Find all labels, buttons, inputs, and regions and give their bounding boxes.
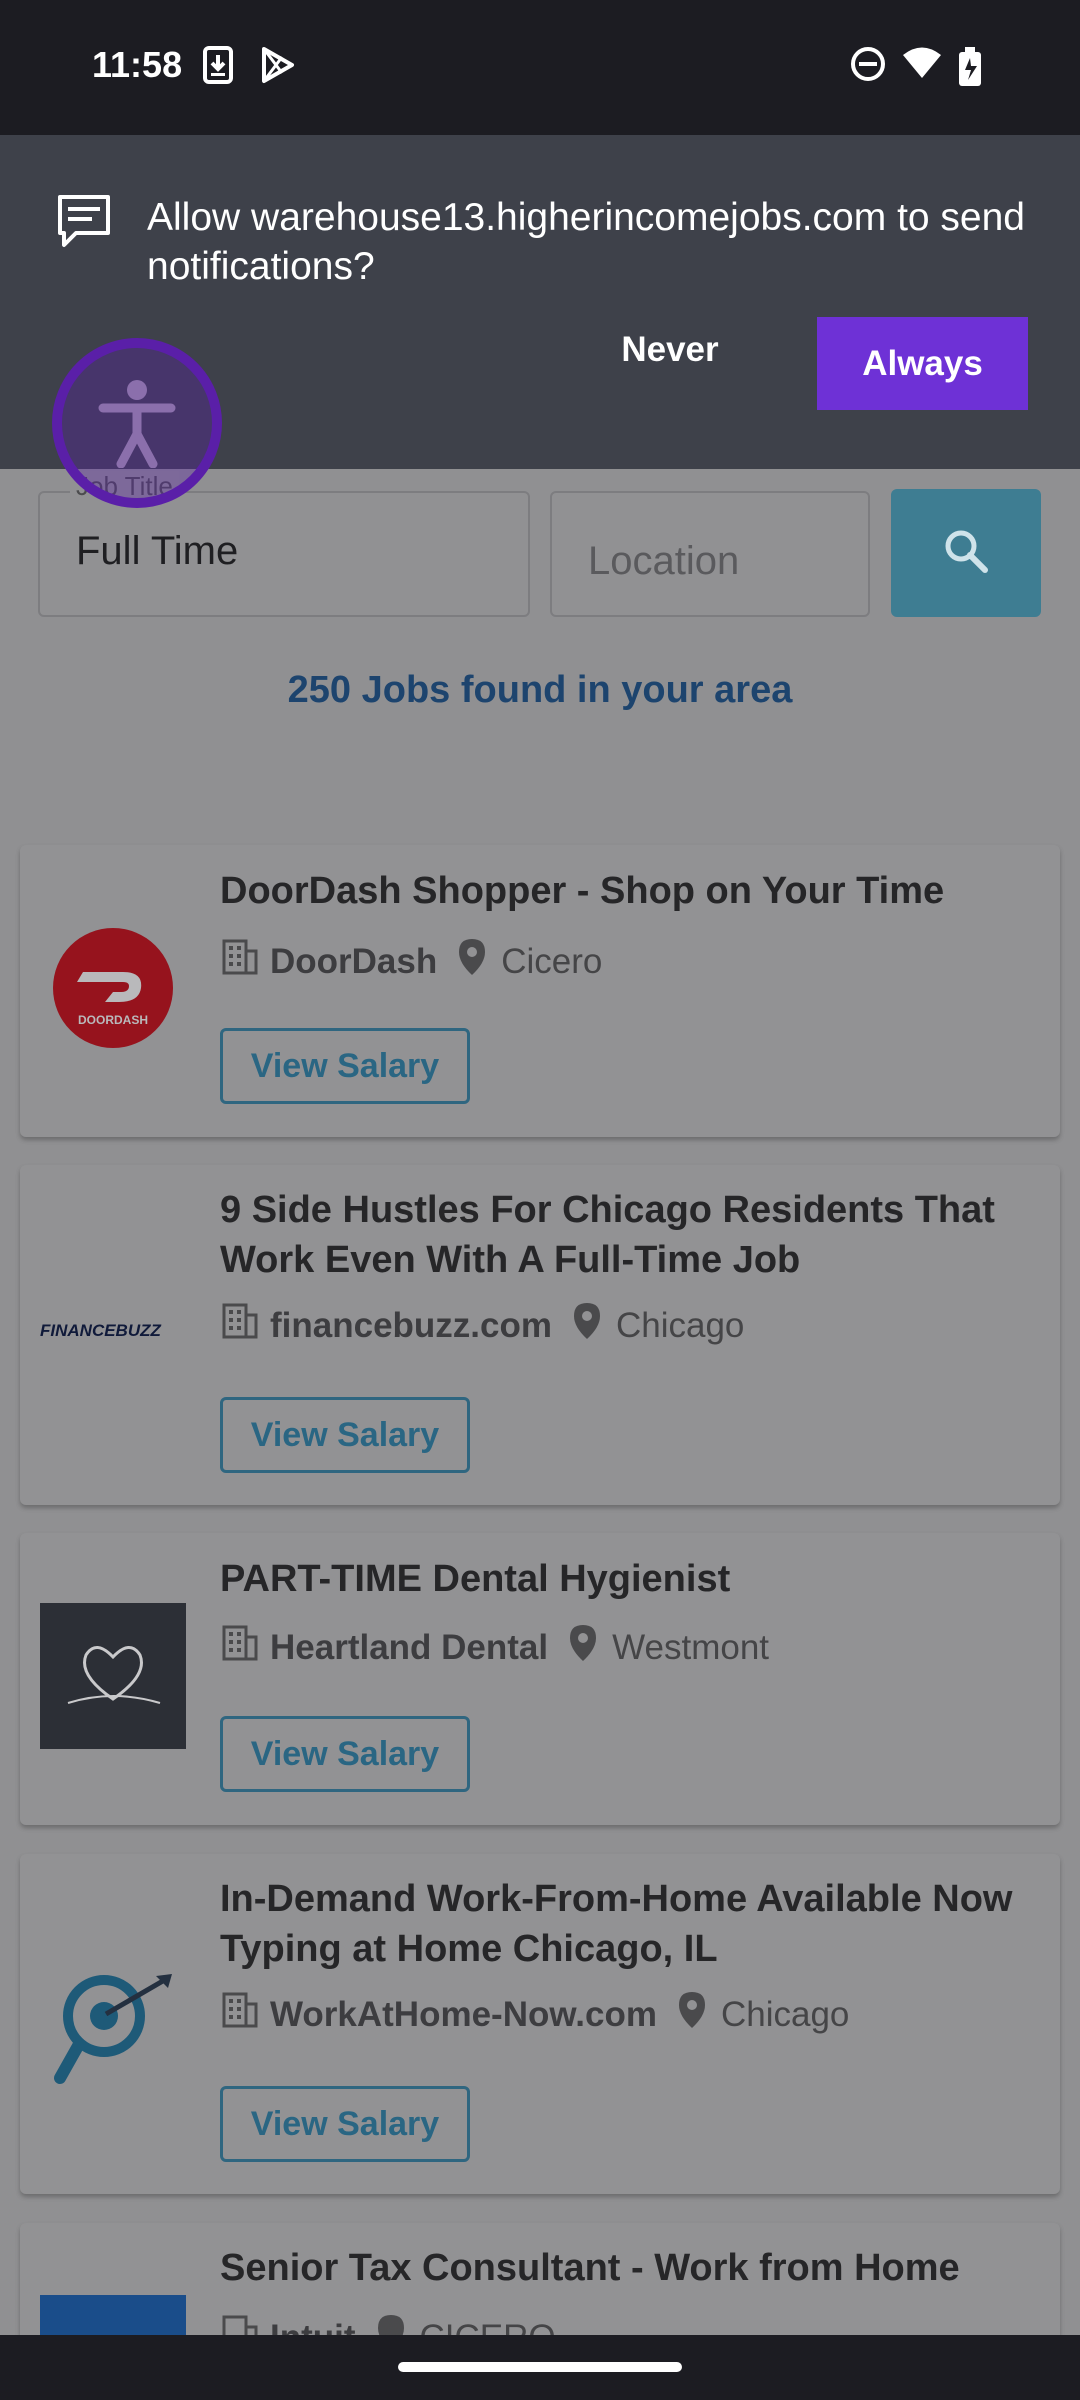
jobs-found-count: 250 Jobs found in your area	[287, 669, 793, 711]
job-card[interactable]: DOORDASH DoorDash Shopper - Shop on Your…	[20, 845, 1060, 1137]
location-field[interactable]: Location	[550, 491, 870, 617]
clock: 11:58	[92, 44, 183, 85]
system-navigation-bar	[0, 2335, 1080, 2400]
job-card[interactable]: PART-TIME Dental Hygienist Heartland Den…	[20, 1533, 1060, 1825]
job-search-page: Job Title Full Time Location 250 Jobs fo…	[0, 469, 1080, 2335]
status-bar: 11:58	[0, 0, 1080, 135]
job-meta: financebuzz.com Chicago	[220, 1301, 744, 1350]
company-name: DoorDash	[270, 941, 438, 981]
location-pin-icon	[568, 1623, 598, 1672]
job-title[interactable]: Senior Tax Consultant - Work from Home	[220, 2243, 1040, 2293]
doordash-logo: DOORDASH	[53, 928, 173, 1048]
svg-text:FINANCEBUZZ: FINANCEBUZZ	[40, 1321, 161, 1340]
always-button[interactable]: Always	[817, 317, 1028, 410]
view-salary-button[interactable]: View Salary	[220, 2086, 470, 2162]
location-pin-icon	[572, 1301, 602, 1350]
job-location: Cicero	[501, 941, 603, 981]
job-meta: WorkAtHome-Now.com Chicago	[220, 1990, 849, 2039]
job-card[interactable]: In-Demand Work-From-Home Available Now T…	[20, 1854, 1060, 2194]
job-title[interactable]: PART-TIME Dental Hygienist	[220, 1554, 1040, 1604]
view-salary-button[interactable]: View Salary	[220, 1028, 470, 1104]
job-location: CICERO	[420, 2318, 556, 2336]
job-card[interactable]: FINANCEBUZZ 9 Side Hustles For Chicago R…	[20, 1165, 1060, 1505]
building-icon	[220, 1623, 260, 1672]
job-title[interactable]: DoorDash Shopper - Shop on Your Time	[220, 866, 1040, 916]
building-icon	[220, 2313, 260, 2335]
location-placeholder: Location	[588, 539, 740, 583]
company-name: WorkAtHome-Now.com	[270, 1994, 657, 2034]
company-name: Intuit	[270, 2318, 356, 2336]
prompt-message: Allow warehouse13.higherincomejobs.com t…	[147, 196, 1025, 288]
location-pin-icon	[457, 937, 487, 986]
svg-text:DOORDASH: DOORDASH	[78, 1013, 148, 1027]
home-gesture-handle[interactable]	[398, 2362, 682, 2372]
company-name: Heartland Dental	[270, 1627, 549, 1667]
job-meta: Intuit CICERO	[220, 2313, 556, 2335]
job-location: Westmont	[612, 1627, 770, 1667]
location-pin-icon	[376, 2313, 406, 2335]
never-button[interactable]: Never	[600, 318, 740, 382]
job-title-field[interactable]: Job Title Full Time	[38, 471, 530, 617]
job-location: Chicago	[615, 1305, 745, 1345]
location-pin-icon	[677, 1990, 707, 2039]
intuit-logo	[40, 2295, 186, 2335]
building-icon	[220, 1990, 260, 2039]
do-not-disturb-icon	[850, 46, 886, 87]
job-title[interactable]: In-Demand Work-From-Home Available Now T…	[220, 1874, 1040, 1974]
search-icon	[942, 527, 990, 580]
download-icon	[203, 46, 233, 89]
view-salary-button[interactable]: View Salary	[220, 1397, 470, 1473]
workathome-logo	[44, 1954, 184, 2094]
job-title[interactable]: 9 Side Hustles For Chicago Residents Tha…	[220, 1185, 1040, 1285]
accessibility-widget-button[interactable]	[52, 338, 222, 508]
job-title-value: Full Time	[76, 529, 239, 573]
company-name: financebuzz.com	[270, 1305, 552, 1345]
building-icon	[220, 1301, 260, 1350]
view-salary-button[interactable]: View Salary	[220, 1716, 470, 1792]
message-icon	[56, 193, 112, 254]
job-meta: DoorDash Cicero	[220, 937, 602, 986]
building-icon	[220, 937, 260, 986]
play-store-icon	[260, 46, 296, 89]
heartland-dental-logo	[40, 1603, 186, 1749]
job-location: Chicago	[720, 1994, 850, 2034]
financebuzz-logo: FINANCEBUZZ	[40, 1315, 190, 1345]
job-meta: Heartland Dental Westmont	[220, 1623, 769, 1672]
battery-icon	[955, 46, 989, 93]
accessibility-icon	[97, 378, 177, 473]
wifi-icon	[902, 46, 942, 85]
job-card[interactable]: Senior Tax Consultant - Work from Home I…	[20, 2223, 1060, 2335]
search-button[interactable]	[891, 489, 1041, 617]
